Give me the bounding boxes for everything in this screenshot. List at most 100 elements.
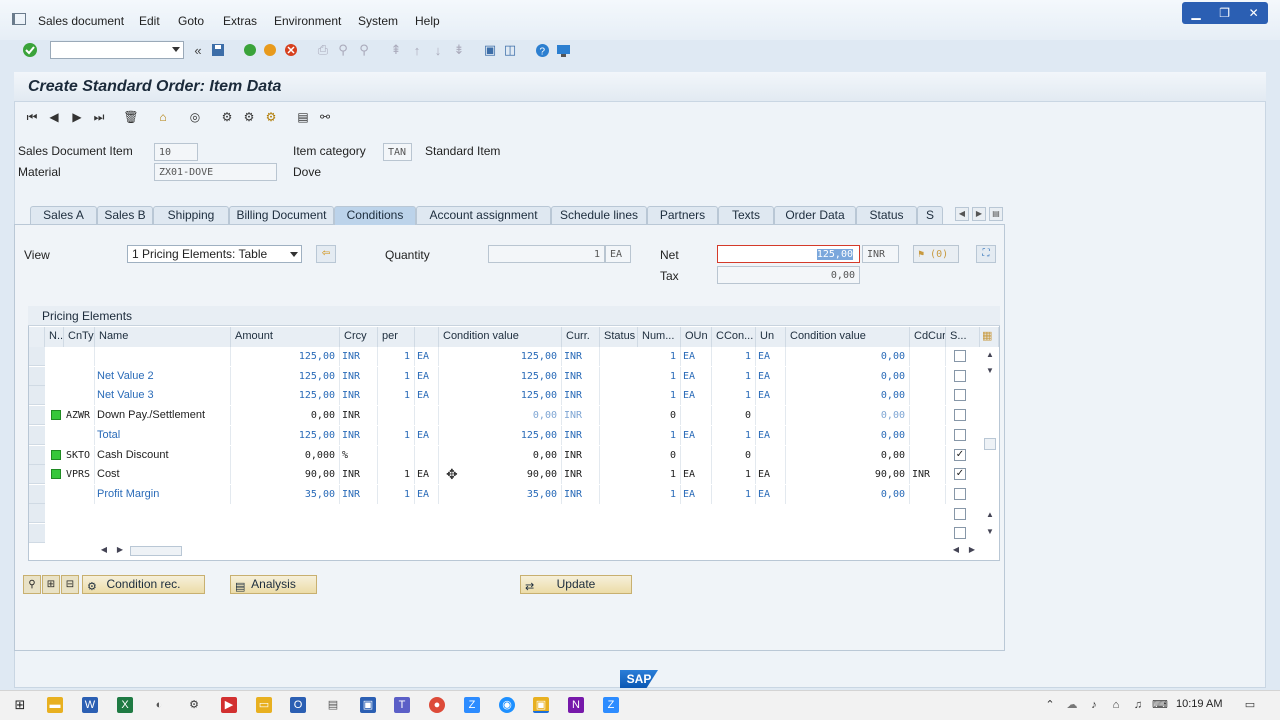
row-selector[interactable] xyxy=(29,504,45,523)
onenote-icon[interactable]: N xyxy=(568,697,584,713)
column-header-s[interactable]: S... xyxy=(946,327,980,347)
column-header-curr[interactable]: Curr. xyxy=(562,327,600,347)
glasses-icon[interactable]: ⚯ xyxy=(316,109,334,125)
windows-start-icon[interactable]: ⊞ xyxy=(12,697,28,713)
configuration-icon[interactable]: ⚙ xyxy=(262,109,280,125)
view-dropdown[interactable]: 1 Pricing Elements: Table xyxy=(127,245,302,263)
tab-more[interactable]: S xyxy=(917,206,943,224)
tab-scroll-right-icon[interactable]: ▶ xyxy=(972,207,986,221)
condition-record-button[interactable]: ⚙ Condition rec. xyxy=(82,575,205,594)
column-header-n[interactable]: N.. xyxy=(45,327,64,347)
enter-icon[interactable] xyxy=(22,42,38,58)
tab-billing-document[interactable]: Billing Document xyxy=(229,206,334,224)
statistical-checkbox[interactable]: ✓ xyxy=(954,468,966,480)
row-checkbox[interactable] xyxy=(954,527,966,539)
net-value-field[interactable]: 125,00 xyxy=(717,245,860,263)
column-header-condition-value-2[interactable]: Condition value xyxy=(786,327,910,347)
scroll-right-icon[interactable]: ▶ xyxy=(966,545,978,557)
menu-edit[interactable]: Edit xyxy=(139,14,160,28)
statistical-checkbox[interactable] xyxy=(954,350,966,362)
analysis-button[interactable]: ▤ Analysis xyxy=(230,575,317,594)
new-session-icon[interactable]: ▣ xyxy=(482,42,498,58)
edge-icon[interactable]: ◐ xyxy=(151,697,167,713)
statistical-checkbox[interactable] xyxy=(954,409,966,421)
row-selector[interactable] xyxy=(29,524,45,543)
statistical-checkbox[interactable] xyxy=(954,429,966,441)
menu-help[interactable]: Help xyxy=(415,14,440,28)
tab-status[interactable]: Status xyxy=(856,206,917,224)
menu-system[interactable]: System xyxy=(358,14,398,28)
menu-extras[interactable]: Extras xyxy=(223,14,257,28)
notification-icon[interactable]: ▭ xyxy=(1242,697,1258,713)
column-header-cdcur[interactable]: CdCur xyxy=(910,327,946,347)
scroll-left-icon[interactable]: ◀ xyxy=(950,545,962,557)
notepad-icon[interactable]: ▤ xyxy=(325,697,341,713)
word-icon[interactable]: W xyxy=(82,697,98,713)
column-header-status[interactable]: Status xyxy=(600,327,638,347)
excel-icon[interactable]: X xyxy=(117,697,133,713)
scroll-up-icon[interactable]: ▲ xyxy=(984,350,996,362)
row-selector[interactable] xyxy=(29,426,45,445)
scroll-right-icon[interactable]: ▶ xyxy=(114,545,126,557)
folder-icon[interactable]: ▭ xyxy=(256,697,272,713)
next-item-icon[interactable]: ▶ xyxy=(68,109,86,125)
tab-texts[interactable]: Texts xyxy=(718,206,774,224)
row-selector[interactable] xyxy=(29,465,45,484)
chevron-up-icon[interactable]: ⌃ xyxy=(1042,697,1058,713)
column-header-ccon[interactable]: CCon... xyxy=(712,327,756,347)
tab-partners[interactable]: Partners xyxy=(647,206,718,224)
command-field[interactable] xyxy=(50,41,184,59)
tab-shipping[interactable]: Shipping xyxy=(153,206,229,224)
tab-list-icon[interactable]: ▤ xyxy=(989,207,1003,221)
first-item-icon[interactable]: ⏮ xyxy=(23,109,41,125)
network-icon[interactable]: ⌂ xyxy=(1108,697,1124,713)
row-selector[interactable] xyxy=(29,367,45,386)
delete-row-icon[interactable]: ⊟ xyxy=(61,575,79,594)
delete-icon[interactable]: 🗑 xyxy=(122,109,140,125)
chrome-icon[interactable]: ● xyxy=(429,697,445,713)
chevron-down-icon[interactable] xyxy=(172,47,180,52)
find-icon[interactable]: ⚲ xyxy=(335,42,351,58)
row-selector[interactable] xyxy=(29,386,45,405)
column-header-per[interactable]: per xyxy=(378,327,415,347)
back-icon[interactable] xyxy=(242,42,258,58)
tab-sales-a[interactable]: Sales A xyxy=(30,206,97,224)
row-checkbox[interactable] xyxy=(954,508,966,520)
column-header-cnty[interactable]: CnTy xyxy=(64,327,95,347)
print-icon[interactable]: ⎙ xyxy=(315,42,331,58)
first-page-icon[interactable]: ⇞ xyxy=(388,42,404,58)
outlook-icon[interactable]: O xyxy=(290,697,306,713)
previous-item-icon[interactable]: ◀ xyxy=(45,109,63,125)
media-player-icon[interactable]: ▶ xyxy=(221,697,237,713)
exit-icon[interactable] xyxy=(262,42,278,58)
shortcut-icon[interactable]: ◫ xyxy=(502,42,518,58)
last-page-icon[interactable]: ⇟ xyxy=(451,42,467,58)
item-overview-icon[interactable]: ⚙ xyxy=(240,109,258,125)
condition-detail-icon[interactable]: ⚲ xyxy=(23,575,41,594)
scroll-up-icon[interactable]: ▲ xyxy=(984,510,996,522)
insert-row-icon[interactable]: ⊞ xyxy=(42,575,60,594)
display-doc-flow-icon[interactable]: ◎ xyxy=(186,109,204,125)
column-header-uom[interactable] xyxy=(415,327,439,347)
maximize-icon[interactable]: ❐ xyxy=(1219,6,1230,20)
prev-page-icon[interactable]: ↑ xyxy=(409,42,425,58)
keyboard-icon[interactable]: ⌨ xyxy=(1152,697,1168,713)
row-selector[interactable] xyxy=(29,347,45,366)
zoom-app-icon[interactable]: Z xyxy=(603,697,619,713)
tab-sales-b[interactable]: Sales B xyxy=(97,206,153,224)
tab-conditions[interactable]: Conditions xyxy=(334,206,416,225)
column-header-num[interactable]: Num... xyxy=(638,327,681,347)
globe-icon[interactable]: ◉ xyxy=(499,697,515,713)
update-button[interactable]: ⇄ Update xyxy=(520,575,632,594)
row-selector[interactable] xyxy=(29,446,45,465)
scroll-down-icon[interactable]: ▼ xyxy=(984,527,996,539)
next-page-icon[interactable]: ↓ xyxy=(430,42,446,58)
column-header-oun[interactable]: OUn xyxy=(681,327,712,347)
row-selector[interactable] xyxy=(29,406,45,425)
column-header-crcy[interactable]: Crcy xyxy=(340,327,378,347)
menu-environment[interactable]: Environment xyxy=(274,14,341,28)
menu-sales-document[interactable]: Sales document xyxy=(38,14,124,28)
scrollbar-thumb[interactable] xyxy=(984,438,996,450)
statistical-checkbox[interactable] xyxy=(954,488,966,500)
status-overview-icon[interactable]: ⚙ xyxy=(218,109,236,125)
